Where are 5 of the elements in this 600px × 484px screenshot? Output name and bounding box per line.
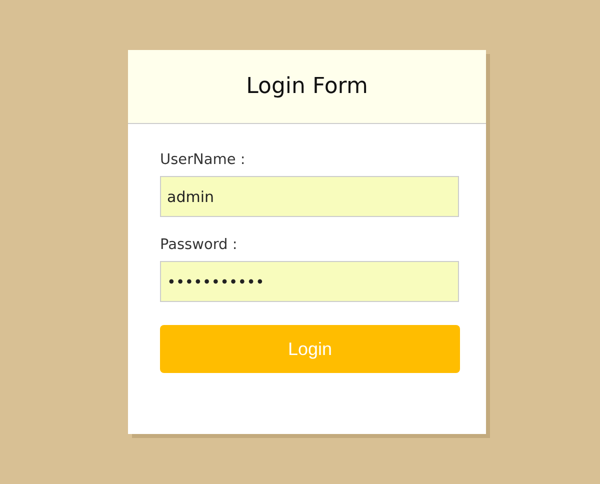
password-field[interactable]: ••••••••••• — [160, 261, 459, 302]
field-label: Password : — [160, 237, 238, 253]
username-field[interactable]: admin — [160, 176, 459, 217]
field-label: UserName : — [160, 152, 246, 168]
form-title: Login Form — [246, 74, 368, 99]
